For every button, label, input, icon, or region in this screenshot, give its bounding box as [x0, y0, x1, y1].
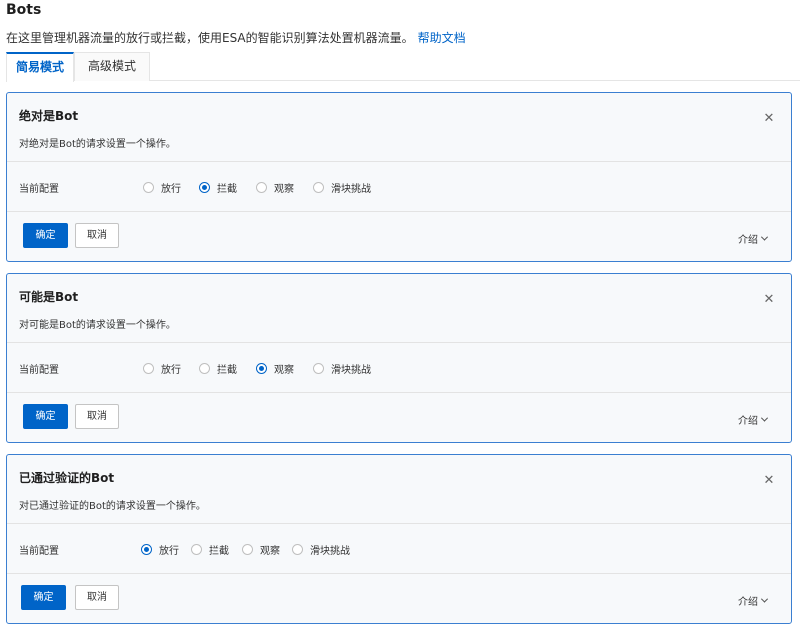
chevron-down-icon: [760, 414, 769, 422]
config-row: 当前配置 放行 拦截 观察 滑块挑战: [7, 163, 791, 212]
intro-toggle[interactable]: 介绍: [738, 231, 769, 246]
radio-slider-challenge[interactable]: 滑块挑战: [292, 542, 350, 557]
radio-circle-icon: [141, 544, 152, 555]
radio-allow[interactable]: 放行: [143, 361, 181, 376]
intro-label: 介绍: [738, 416, 758, 427]
close-icon[interactable]: ✕: [763, 293, 775, 306]
config-row: 当前配置 放行 拦截 观察 滑块挑战: [7, 344, 791, 393]
radio-circle-icon: [242, 544, 253, 555]
card-header: 已通过验证的Bot 对已通过验证的Bot的请求设置一个操作。 ✕: [7, 455, 791, 524]
cancel-button[interactable]: 取消: [75, 404, 119, 429]
description-text: 在这里管理机器流量的放行或拦截，使用ESA的智能识别算法处置机器流量。: [6, 31, 414, 45]
radio-allow[interactable]: 放行: [141, 542, 179, 557]
intro-toggle[interactable]: 介绍: [738, 593, 769, 608]
radio-label: 观察: [274, 184, 294, 195]
card-title: 绝对是Bot: [19, 109, 79, 123]
radio-label: 放行: [161, 184, 181, 195]
config-label: 当前配置: [19, 546, 59, 557]
tab-advanced-mode[interactable]: 高级模式: [74, 52, 150, 81]
mode-tabs: 简易模式 高级模式: [6, 52, 800, 82]
page-title: Bots: [6, 2, 42, 18]
card-title: 已通过验证的Bot: [19, 471, 115, 485]
radio-label: 滑块挑战: [310, 546, 350, 557]
radio-slider-challenge[interactable]: 滑块挑战: [313, 361, 371, 376]
radio-label: 滑块挑战: [331, 365, 371, 376]
confirm-button[interactable]: 确定: [23, 404, 68, 429]
radio-label: 滑块挑战: [331, 184, 371, 195]
radio-label: 放行: [161, 365, 181, 376]
radio-circle-icon: [199, 182, 210, 193]
radio-label: 拦截: [217, 184, 237, 195]
intro-label: 介绍: [738, 235, 758, 246]
radio-circle-icon: [256, 182, 267, 193]
radio-label: 观察: [274, 365, 294, 376]
config-row: 当前配置 放行 拦截 观察 滑块挑战: [7, 525, 791, 574]
radio-circle-icon: [199, 363, 210, 374]
radio-circle-icon: [143, 363, 154, 374]
card-verified-bot: 已通过验证的Bot 对已通过验证的Bot的请求设置一个操作。 ✕ 当前配置 放行…: [6, 454, 792, 624]
radio-label: 放行: [159, 546, 179, 557]
config-label: 当前配置: [19, 184, 59, 195]
tab-simple-mode[interactable]: 简易模式: [6, 52, 74, 82]
card-title: 可能是Bot: [19, 290, 79, 304]
radio-label: 拦截: [209, 546, 229, 557]
card-definitely-bot: 绝对是Bot 对绝对是Bot的请求设置一个操作。 ✕ 当前配置 放行 拦截 观察…: [6, 92, 792, 262]
radio-label: 拦截: [217, 365, 237, 376]
card-description: 对绝对是Bot的请求设置一个操作。: [19, 139, 176, 150]
help-doc-link[interactable]: 帮助文档: [418, 31, 466, 45]
radio-observe[interactable]: 观察: [242, 542, 280, 557]
radio-observe[interactable]: 观察: [256, 180, 294, 195]
close-icon[interactable]: ✕: [763, 112, 775, 125]
card-header: 可能是Bot 对可能是Bot的请求设置一个操作。 ✕: [7, 274, 791, 343]
card-likely-bot: 可能是Bot 对可能是Bot的请求设置一个操作。 ✕ 当前配置 放行 拦截 观察…: [6, 273, 792, 443]
radio-slider-challenge[interactable]: 滑块挑战: [313, 180, 371, 195]
radio-observe[interactable]: 观察: [256, 361, 294, 376]
cancel-button[interactable]: 取消: [75, 223, 119, 248]
intro-label: 介绍: [738, 597, 758, 608]
radio-circle-icon: [313, 182, 324, 193]
intro-toggle[interactable]: 介绍: [738, 412, 769, 427]
confirm-button[interactable]: 确定: [23, 223, 68, 248]
config-label: 当前配置: [19, 365, 59, 376]
radio-block[interactable]: 拦截: [199, 361, 237, 376]
card-description: 对已通过验证的Bot的请求设置一个操作。: [19, 501, 206, 512]
chevron-down-icon: [760, 233, 769, 241]
card-header: 绝对是Bot 对绝对是Bot的请求设置一个操作。 ✕: [7, 93, 791, 162]
radio-label: 观察: [260, 546, 280, 557]
radio-circle-icon: [256, 363, 267, 374]
radio-circle-icon: [313, 363, 324, 374]
radio-block[interactable]: 拦截: [199, 180, 237, 195]
radio-circle-icon: [292, 544, 303, 555]
radio-allow[interactable]: 放行: [143, 180, 181, 195]
card-description: 对可能是Bot的请求设置一个操作。: [19, 320, 176, 331]
cancel-button[interactable]: 取消: [75, 585, 119, 610]
radio-block[interactable]: 拦截: [191, 542, 229, 557]
chevron-down-icon: [760, 595, 769, 603]
close-icon[interactable]: ✕: [763, 474, 775, 487]
page-description: 在这里管理机器流量的放行或拦截，使用ESA的智能识别算法处置机器流量。 帮助文档: [6, 29, 466, 46]
confirm-button[interactable]: 确定: [21, 585, 66, 610]
radio-circle-icon: [143, 182, 154, 193]
radio-circle-icon: [191, 544, 202, 555]
